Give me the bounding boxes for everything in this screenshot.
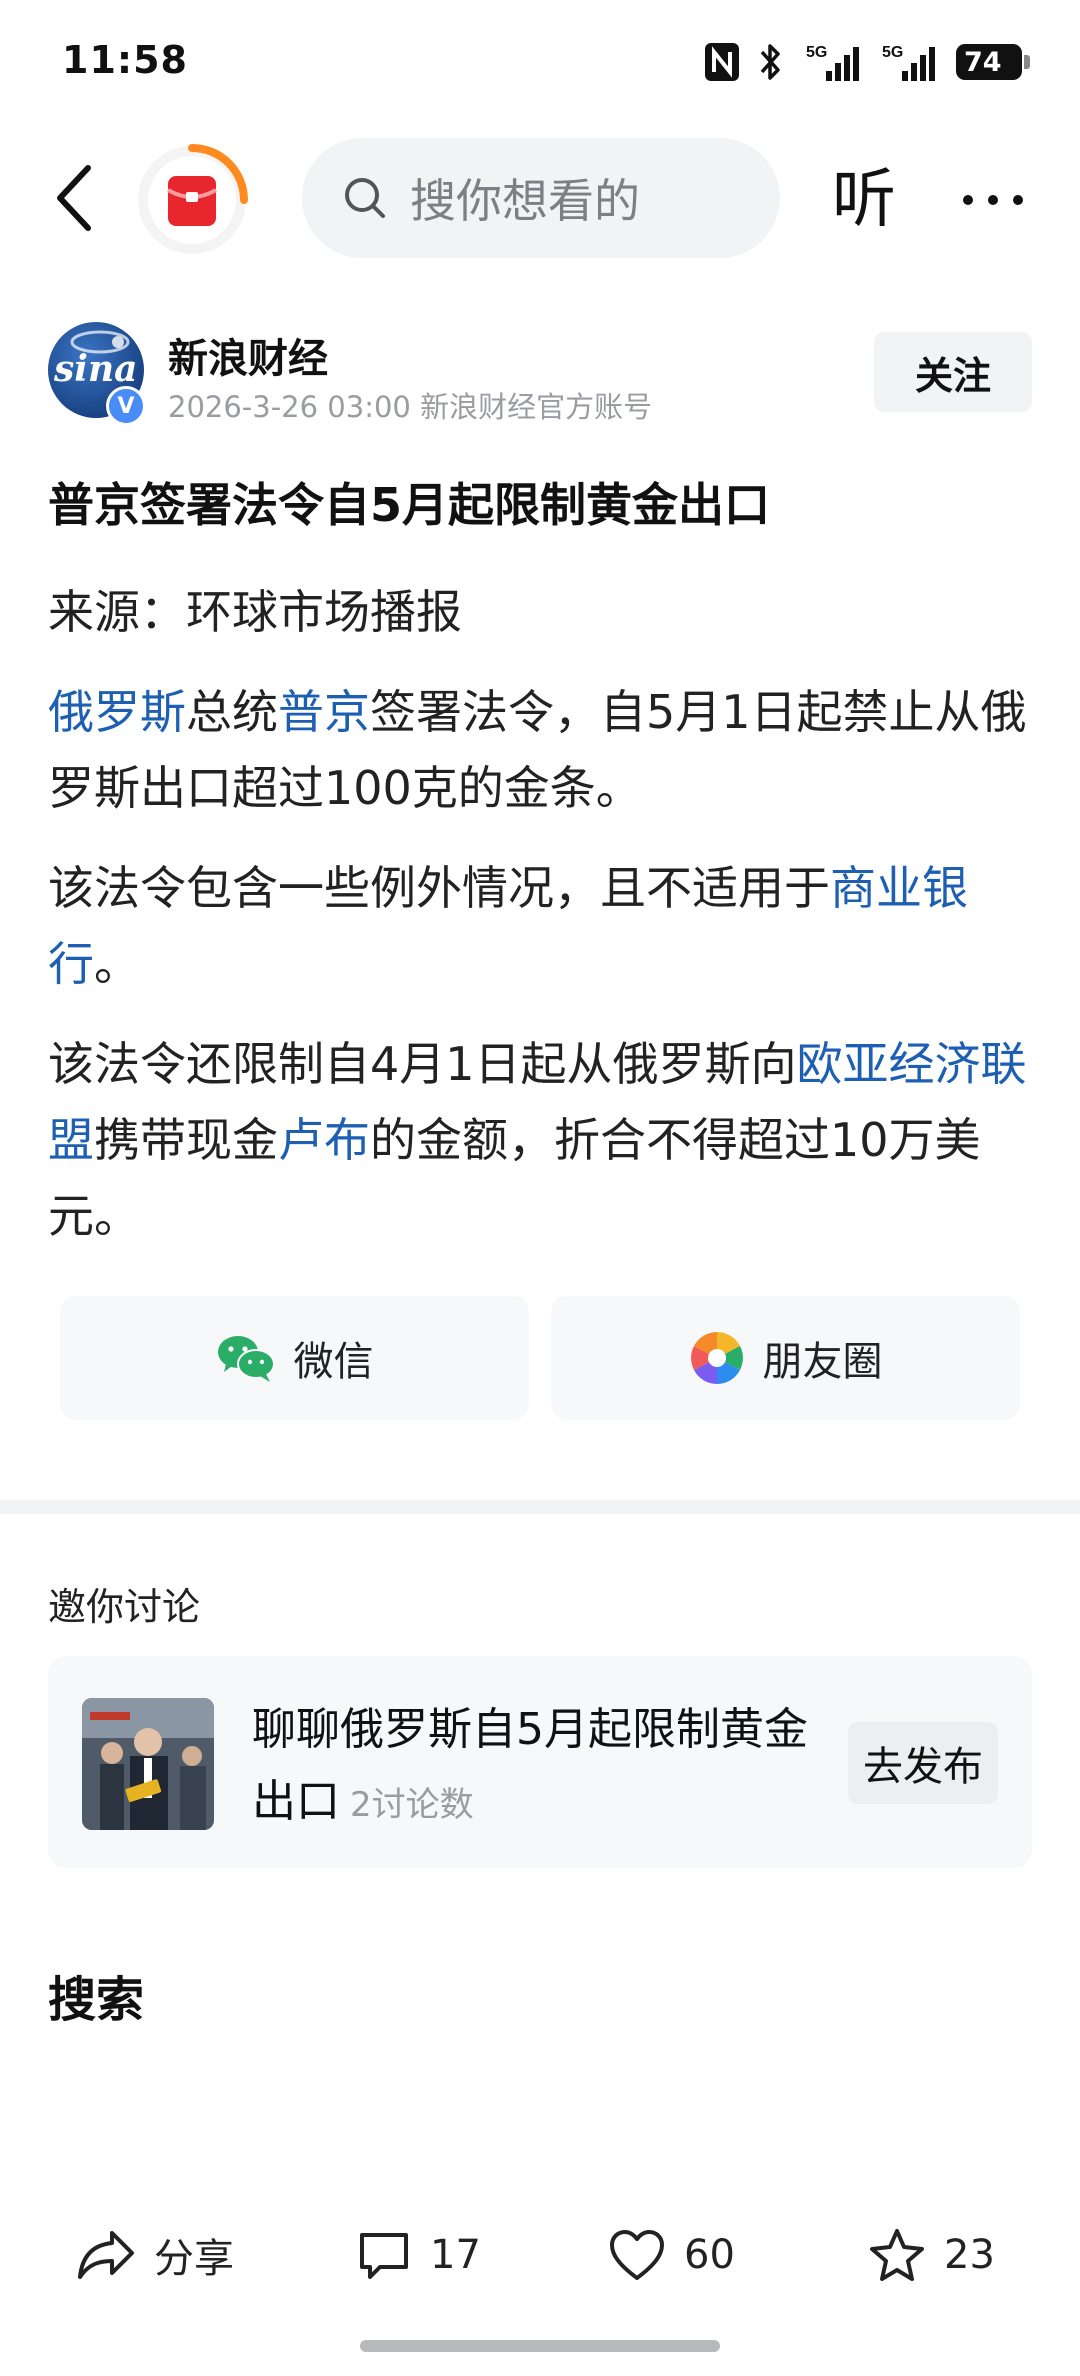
article-body: 普京签署法令自5月起限制黄金出口 来源：环球市场播报 俄罗斯总统普京签署法令，自… [48, 470, 1032, 1278]
article-source: 来源：环球市场播报 [48, 585, 462, 639]
search-icon [345, 178, 385, 218]
article-paragraph-3: 该法令还限制自4月1日起从俄罗斯向欧亚经济联盟携带现金卢布的金额，折合不得超过1… [48, 1026, 1032, 1254]
search-input[interactable]: 搜你想看的 [302, 138, 780, 258]
article-paragraph-1: 俄罗斯总统普京签署法令，自5月1日起禁止从俄罗斯出口超过100克的金条。 [48, 674, 1032, 826]
share-moments-label: 朋友圈 [762, 1339, 883, 1385]
share-label: 分享 [154, 2236, 234, 2282]
status-icons: 5G 5G 74 [704, 40, 1030, 84]
more-button[interactable] [958, 178, 1028, 222]
text-segment: 。 [94, 937, 140, 991]
signal-2-label: 5G [882, 44, 903, 61]
wechat-icon [217, 1336, 275, 1382]
chevron-left-icon [57, 165, 91, 231]
author-row: sina V 新浪财经 2026-3-26 03:00 新浪财经官方账号 关注 [0, 310, 1080, 440]
back-button[interactable] [44, 158, 114, 238]
follow-button[interactable]: 关注 [874, 332, 1032, 412]
red-envelope-icon[interactable] [134, 142, 250, 258]
publish-button[interactable]: 去发布 [848, 1722, 998, 1804]
status-time: 11:58 [62, 38, 188, 82]
favorite-count: 23 [944, 2232, 995, 2278]
like-count: 60 [684, 2232, 735, 2278]
share-icon [78, 2231, 134, 2279]
bottom-action-bar: 分享 17 60 23 [0, 2216, 1080, 2296]
nfc-icon [705, 43, 739, 81]
text-segment: 总统 [186, 685, 278, 739]
bluetooth-icon [760, 44, 780, 80]
discussion-count: 2讨论数 [350, 1785, 474, 1825]
avatar-logo-text: sina [54, 348, 138, 390]
signal-5g-icon-2: 5G [882, 44, 935, 81]
discussion-card[interactable]: 聊聊俄罗斯自5月起限制黄金出口 2讨论数 去发布 [48, 1656, 1032, 1868]
comment-count: 17 [430, 2232, 481, 2278]
share-wechat-button[interactable]: 微信 [60, 1296, 529, 1420]
link-ruble[interactable]: 卢布 [278, 1113, 370, 1167]
text-segment: 该法令还限制自4月1日起从俄罗斯向 [48, 1037, 797, 1091]
discussion-thumbnail [82, 1698, 214, 1830]
home-indicator[interactable] [360, 2340, 720, 2352]
verified-badge-icon: V [106, 386, 146, 426]
text-segment: 携带现金 [94, 1113, 278, 1167]
author-name[interactable]: 新浪财经 [168, 326, 328, 384]
post-meta: 2026-3-26 03:00 新浪财经官方账号 [168, 390, 653, 424]
listen-button[interactable]: 听 [832, 160, 896, 240]
section-divider [0, 1500, 1080, 1514]
signal-1-label: 5G [806, 44, 827, 61]
link-russia[interactable]: 俄罗斯 [48, 685, 186, 739]
top-nav: 搜你想看的 听 [0, 130, 1080, 270]
status-bar: 11:58 5G 5G 74 [0, 0, 1080, 130]
share-wechat-label: 微信 [293, 1339, 374, 1385]
search-placeholder: 搜你想看的 [410, 174, 640, 228]
discussion-topic-text: 聊聊俄罗斯自5月起限制黄金出口 [252, 1704, 808, 1827]
like-button[interactable]: 60 [608, 2220, 735, 2290]
comment-icon [360, 2233, 408, 2279]
discussion-section-title: 邀你讨论 [48, 1585, 201, 1629]
battery-level: 74 [964, 46, 1002, 78]
search-heading: 搜索 [48, 1972, 145, 2028]
share-button[interactable]: 分享 [76, 2220, 234, 2290]
text-segment: 该法令包含一些例外情况，且不适用于 [48, 861, 830, 915]
battery-indicator: 74 [956, 44, 1030, 80]
more-dots-icon [963, 195, 1023, 205]
favorite-button[interactable]: 23 [868, 2220, 995, 2290]
article-title: 普京签署法令自5月起限制黄金出口 [48, 478, 771, 532]
star-icon [870, 2229, 924, 2281]
heart-icon [610, 2230, 664, 2280]
share-moments-button[interactable]: 朋友圈 [551, 1296, 1020, 1420]
discussion-topic: 聊聊俄罗斯自5月起限制黄金出口 2讨论数 [252, 1694, 822, 1841]
article-paragraph-2: 该法令包含一些例外情况，且不适用于商业银行。 [48, 850, 1032, 1002]
signal-5g-icon: 5G [806, 44, 859, 81]
comment-button[interactable]: 17 [356, 2220, 481, 2290]
moments-icon [690, 1332, 743, 1384]
link-putin[interactable]: 普京 [278, 685, 370, 739]
share-row: 微信 朋友圈 [60, 1296, 1020, 1420]
